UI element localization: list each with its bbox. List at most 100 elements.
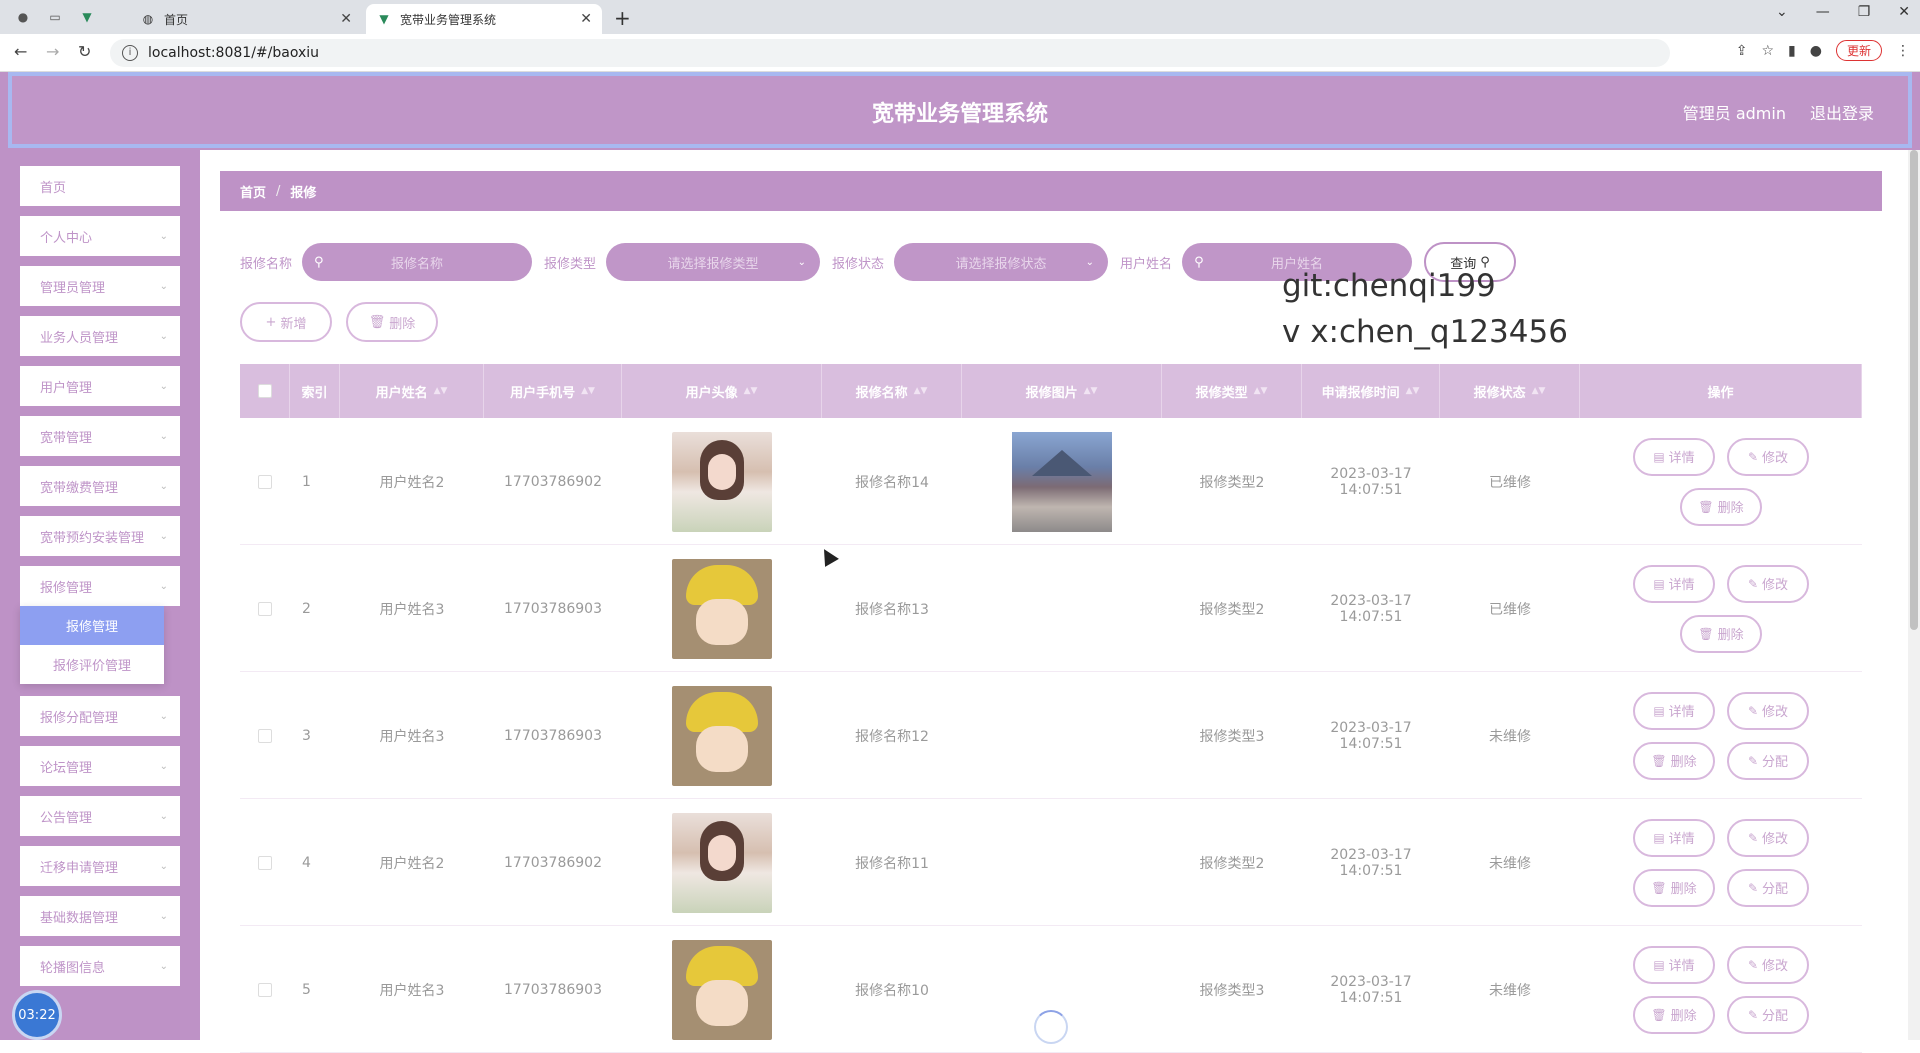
sidebar-item-staff[interactable]: 业务人员管理 ⌄ [20,316,180,356]
th-repair-name[interactable]: 报修名称 ▲▼ [822,364,962,418]
delete-button[interactable]: 🗑 删除 [1633,741,1715,780]
row-checkbox[interactable] [258,601,272,616]
breadcrumb-home[interactable]: 首页 [240,182,266,201]
cell-avatar [622,799,822,926]
select-all-checkbox[interactable] [257,384,272,398]
star-icon[interactable]: ☆ [1761,43,1774,59]
row-checkbox[interactable] [258,728,272,743]
cell-operations: ▤ 详情 ✎ 修改 🗑 删除 [1580,545,1862,672]
submenu-item-repair[interactable]: 报修管理 [20,606,164,645]
back-arrow-icon[interactable]: ← [14,42,27,61]
close-window-icon[interactable]: ✕ [1898,4,1910,20]
repair-image[interactable] [1012,431,1112,532]
user-avatar-image[interactable] [672,812,772,913]
edit-button[interactable]: ✎ 修改 [1727,564,1809,603]
batch-delete-button[interactable]: 🗑 删除 [346,302,438,342]
edit-button[interactable]: ✎ 修改 [1727,945,1809,984]
update-button[interactable]: 更新 [1835,40,1882,61]
browser-app-icon[interactable]: ● [12,6,34,28]
sidebar-item-personal-center[interactable]: 个人中心 ⌄ [20,216,180,256]
sidebar-item-home[interactable]: 首页 [20,166,180,206]
tab-home[interactable]: ◍ 首页 ✕ [130,4,362,34]
sidebar-item-admin[interactable]: 管理员管理 ⌄ [20,266,180,306]
detail-button[interactable]: ▤ 详情 [1633,691,1715,730]
clock-badge: 03:22 [12,990,62,1040]
delete-label: 删除 [389,316,416,332]
cell-avatar [622,545,822,672]
delete-button[interactable]: 🗑 删除 [1680,614,1762,653]
menu-dots-icon[interactable]: ⋮ [1896,43,1910,59]
user-avatar-image[interactable] [672,939,772,1040]
detail-button[interactable]: ▤ 详情 [1633,564,1715,603]
forward-arrow-icon[interactable]: → [46,42,59,61]
th-phone[interactable]: 用户手机号 ▲▼ [484,364,622,418]
table-row: 1 用户姓名2 17703786902 报修名称14 报修类型2 2023-03… [240,418,1862,545]
sidebar-item-carousel[interactable]: 轮播图信息 ⌄ [20,946,180,986]
cell-status: 未维修 [1489,728,1531,745]
close-icon[interactable]: ✕ [580,11,592,27]
th-avatar[interactable]: 用户头像 ▲▼ [622,364,822,418]
sidebar-item-forum[interactable]: 论坛管理 ⌄ [20,746,180,786]
sidebar-item-users[interactable]: 用户管理 ⌄ [20,366,180,406]
add-button[interactable]: + 新增 [240,302,332,342]
delete-button[interactable]: 🗑 删除 [1633,868,1715,907]
delete-button[interactable]: 🗑 删除 [1633,995,1715,1034]
submenu-item-repair-review[interactable]: 报修评价管理 [20,645,164,684]
restore-icon[interactable]: ❐ [1858,4,1871,20]
sort-icon: ▲▼ [1405,386,1420,396]
th-repair-type[interactable]: 报修类型 ▲▼ [1162,364,1302,418]
sidebar-item-broadband[interactable]: 宽带管理 ⌄ [20,416,180,456]
close-icon[interactable]: ✕ [340,11,352,27]
new-tab-icon[interactable]: + [614,6,631,30]
sidebar-item-label: 宽带缴费管理 [40,480,119,496]
row-checkbox[interactable] [258,982,272,997]
cell-phone: 17703786902 [504,473,602,490]
sidebar-item-install[interactable]: 宽带预约安装管理 ⌄ [20,516,180,556]
user-avatar-image[interactable] [672,685,772,786]
share-icon[interactable]: ⇪ [1736,43,1748,59]
delete-button[interactable]: 🗑 删除 [1680,487,1762,526]
reload-icon[interactable]: ↻ [78,42,91,61]
sidebar-item-basic-data[interactable]: 基础数据管理 ⌄ [20,896,180,936]
blank-tab-icon[interactable]: ▭ [44,6,66,28]
th-user-name[interactable]: 用户姓名 ▲▼ [340,364,484,418]
info-icon[interactable]: i [122,45,138,61]
repair-type-select[interactable]: 请选择报修类型 ⌄ [606,243,821,281]
edit-button[interactable]: ✎ 修改 [1727,818,1809,857]
sidebar: 首页 个人中心 ⌄ 管理员管理 ⌄ 业务人员管理 ⌄ 用户管理 ⌄ 宽带管理 ⌄ 宽带缴费… [0,150,200,1040]
detail-label: 详情 [1668,959,1695,974]
repair-status-select[interactable]: 请选择报修状态 ⌄ [894,243,1109,281]
url-field[interactable]: i localhost:8081/#/baoxiu [110,39,1670,67]
th-request-time[interactable]: 申请报修时间 ▲▼ [1302,364,1440,418]
sidebar-item-repair[interactable]: 报修管理 ⌄ [20,566,180,606]
sidebar-item-notice[interactable]: 公告管理 ⌄ [20,796,180,836]
assign-button[interactable]: ✎ 分配 [1727,995,1809,1034]
page-scrollbar[interactable] [1908,150,1920,1040]
sidebar-item-payment[interactable]: 宽带缴费管理 ⌄ [20,466,180,506]
assign-button[interactable]: ✎ 分配 [1727,868,1809,907]
scrollbar-thumb[interactable] [1910,150,1918,630]
edit-button[interactable]: ✎ 修改 [1727,691,1809,730]
detail-button[interactable]: ▤ 详情 [1633,437,1715,476]
repair-name-input[interactable]: ⚲ 报修名称 [302,243,533,281]
row-checkbox[interactable] [258,474,272,489]
th-repair-status[interactable]: 报修状态 ▲▼ [1440,364,1580,418]
vue-logo-icon[interactable]: ▼ [76,6,98,28]
sidepanel-icon[interactable]: ▮ [1788,43,1796,59]
sidebar-item-label: 论坛管理 [40,760,93,776]
profile-icon[interactable]: ● [1810,43,1822,59]
row-checkbox[interactable] [258,855,272,870]
minimize-icon[interactable]: — [1816,4,1830,20]
user-avatar-image[interactable] [672,431,772,532]
detail-button[interactable]: ▤ 详情 [1633,818,1715,857]
user-avatar-image[interactable] [672,558,772,659]
sidebar-item-migration[interactable]: 迁移申请管理 ⌄ [20,846,180,886]
assign-button[interactable]: ✎ 分配 [1727,741,1809,780]
edit-button[interactable]: ✎ 修改 [1727,437,1809,476]
detail-button[interactable]: ▤ 详情 [1633,945,1715,984]
sidebar-item-repair-assign[interactable]: 报修分配管理 ⌄ [20,696,180,736]
logout-link[interactable]: 退出登录 [1810,100,1874,124]
tab-system[interactable]: ▼ 宽带业务管理系统 ✕ [366,4,602,34]
th-repair-image[interactable]: 报修图片 ▲▼ [962,364,1162,418]
chevron-down-icon[interactable]: ⌄ [1776,4,1788,20]
